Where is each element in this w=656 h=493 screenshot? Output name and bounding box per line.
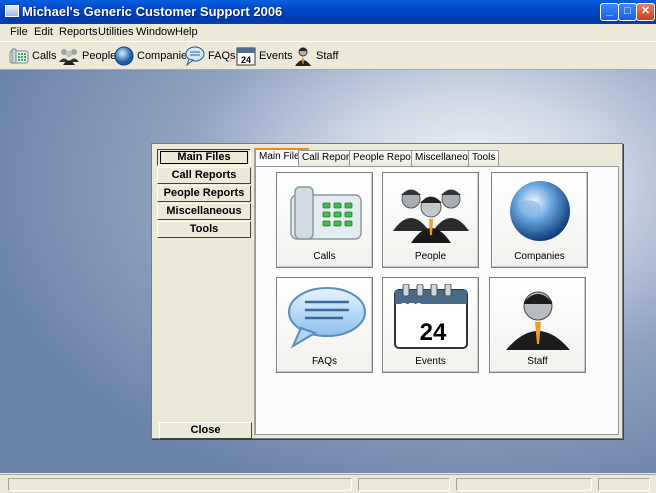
menu-file[interactable]: File bbox=[10, 26, 28, 38]
toolbar-faqs-button[interactable]: FAQs bbox=[185, 45, 236, 67]
toolbar: Calls People Companies FAQs 24 Events St… bbox=[0, 41, 656, 70]
staff-tile[interactable]: Staff bbox=[489, 277, 586, 373]
title-bar[interactable]: Michael's Generic Customer Support 2006 … bbox=[0, 0, 656, 24]
toolbar-events-icon-number: 24 bbox=[241, 55, 251, 65]
people-icon bbox=[59, 49, 79, 65]
speech-bubble-icon bbox=[185, 46, 205, 66]
status-panel-2 bbox=[358, 478, 450, 491]
companies-tile-label: Companies bbox=[514, 251, 565, 262]
mdi-workspace: Main Files Call Reports People Reports M… bbox=[0, 70, 656, 473]
toolbar-calls-label: Calls bbox=[32, 50, 57, 62]
toolbar-events-button[interactable]: 24 Events bbox=[236, 45, 293, 67]
phone-icon bbox=[290, 186, 362, 240]
left-nav-panel: Main Files Call Reports People Reports M… bbox=[155, 147, 253, 439]
tab-tools[interactable]: Tools bbox=[468, 150, 500, 166]
toolbar-faqs-label: FAQs bbox=[208, 50, 236, 62]
events-tile[interactable]: DEC 24 Events bbox=[382, 277, 479, 373]
menu-window[interactable]: Window bbox=[136, 26, 175, 38]
staff-icon bbox=[506, 291, 570, 350]
app-window: Michael's Generic Customer Support 2006 … bbox=[0, 0, 656, 493]
menu-edit[interactable]: Edit bbox=[34, 26, 53, 38]
toolbar-companies-button[interactable]: Companies bbox=[114, 45, 193, 67]
app-icon bbox=[5, 5, 19, 17]
toolbar-staff-button[interactable]: Staff bbox=[293, 45, 338, 67]
maximize-button[interactable]: □ bbox=[618, 3, 637, 21]
nav-people-reports-button[interactable]: People Reports bbox=[157, 185, 251, 202]
main-files-tab-panel: Calls People Companies FAQs DEC 24 Event… bbox=[255, 166, 619, 435]
globe-icon bbox=[114, 46, 134, 66]
calls-tile[interactable]: Calls bbox=[276, 172, 373, 268]
people-tile[interactable]: People bbox=[382, 172, 479, 268]
events-tile-label: Events bbox=[415, 356, 446, 367]
speech-bubble-icon bbox=[288, 287, 366, 349]
people-icon bbox=[393, 189, 469, 243]
calendar-icon: DEC 24 bbox=[394, 284, 468, 349]
status-panel-3 bbox=[456, 478, 592, 491]
nav-call-reports-button[interactable]: Call Reports bbox=[157, 167, 251, 184]
people-tile-label: People bbox=[414, 251, 447, 262]
close-button[interactable]: Close bbox=[159, 422, 252, 439]
menu-help[interactable]: Help bbox=[175, 26, 198, 38]
companies-tile[interactable]: Companies bbox=[491, 172, 588, 268]
toolbar-calls-button[interactable]: Calls bbox=[9, 45, 56, 67]
close-window-button[interactable]: ✕ bbox=[636, 3, 655, 21]
toolbar-people-button[interactable]: People bbox=[59, 45, 116, 67]
events-tile-day: 24 bbox=[420, 319, 447, 346]
toolbar-people-label: People bbox=[82, 50, 117, 62]
staff-tile-label: Staff bbox=[527, 356, 548, 367]
menu-reports[interactable]: Reports bbox=[59, 26, 98, 38]
calendar-icon: 24 bbox=[236, 47, 256, 66]
toolbar-staff-label: Staff bbox=[316, 50, 339, 62]
staff-icon bbox=[295, 47, 311, 66]
calls-icon bbox=[9, 48, 29, 64]
status-panel-1 bbox=[8, 478, 352, 491]
nav-miscellaneous-button[interactable]: Miscellaneous bbox=[157, 203, 251, 220]
faqs-tile[interactable]: FAQs bbox=[276, 277, 373, 373]
faqs-tile-label: FAQs bbox=[311, 356, 337, 367]
nav-main-files-button[interactable]: Main Files bbox=[157, 149, 251, 166]
menu-bar: File Edit Reports Utilities Window Help bbox=[0, 24, 656, 41]
minimize-button[interactable]: _ bbox=[600, 3, 619, 21]
calls-tile-label: Calls bbox=[313, 251, 336, 262]
status-panel-4 bbox=[598, 478, 650, 491]
menu-utilities[interactable]: Utilities bbox=[98, 26, 133, 38]
nav-tools-button[interactable]: Tools bbox=[157, 221, 251, 238]
nav-main-files-label: Main Files bbox=[160, 151, 248, 164]
globe-icon bbox=[510, 181, 570, 241]
toolbar-events-label: Events bbox=[259, 50, 293, 62]
events-tile-month: DEC bbox=[401, 302, 422, 313]
window-title: Michael's Generic Customer Support 2006 bbox=[22, 4, 283, 19]
status-bar bbox=[0, 474, 656, 493]
main-files-form: Main Files Call Reports People Reports M… bbox=[151, 143, 623, 439]
